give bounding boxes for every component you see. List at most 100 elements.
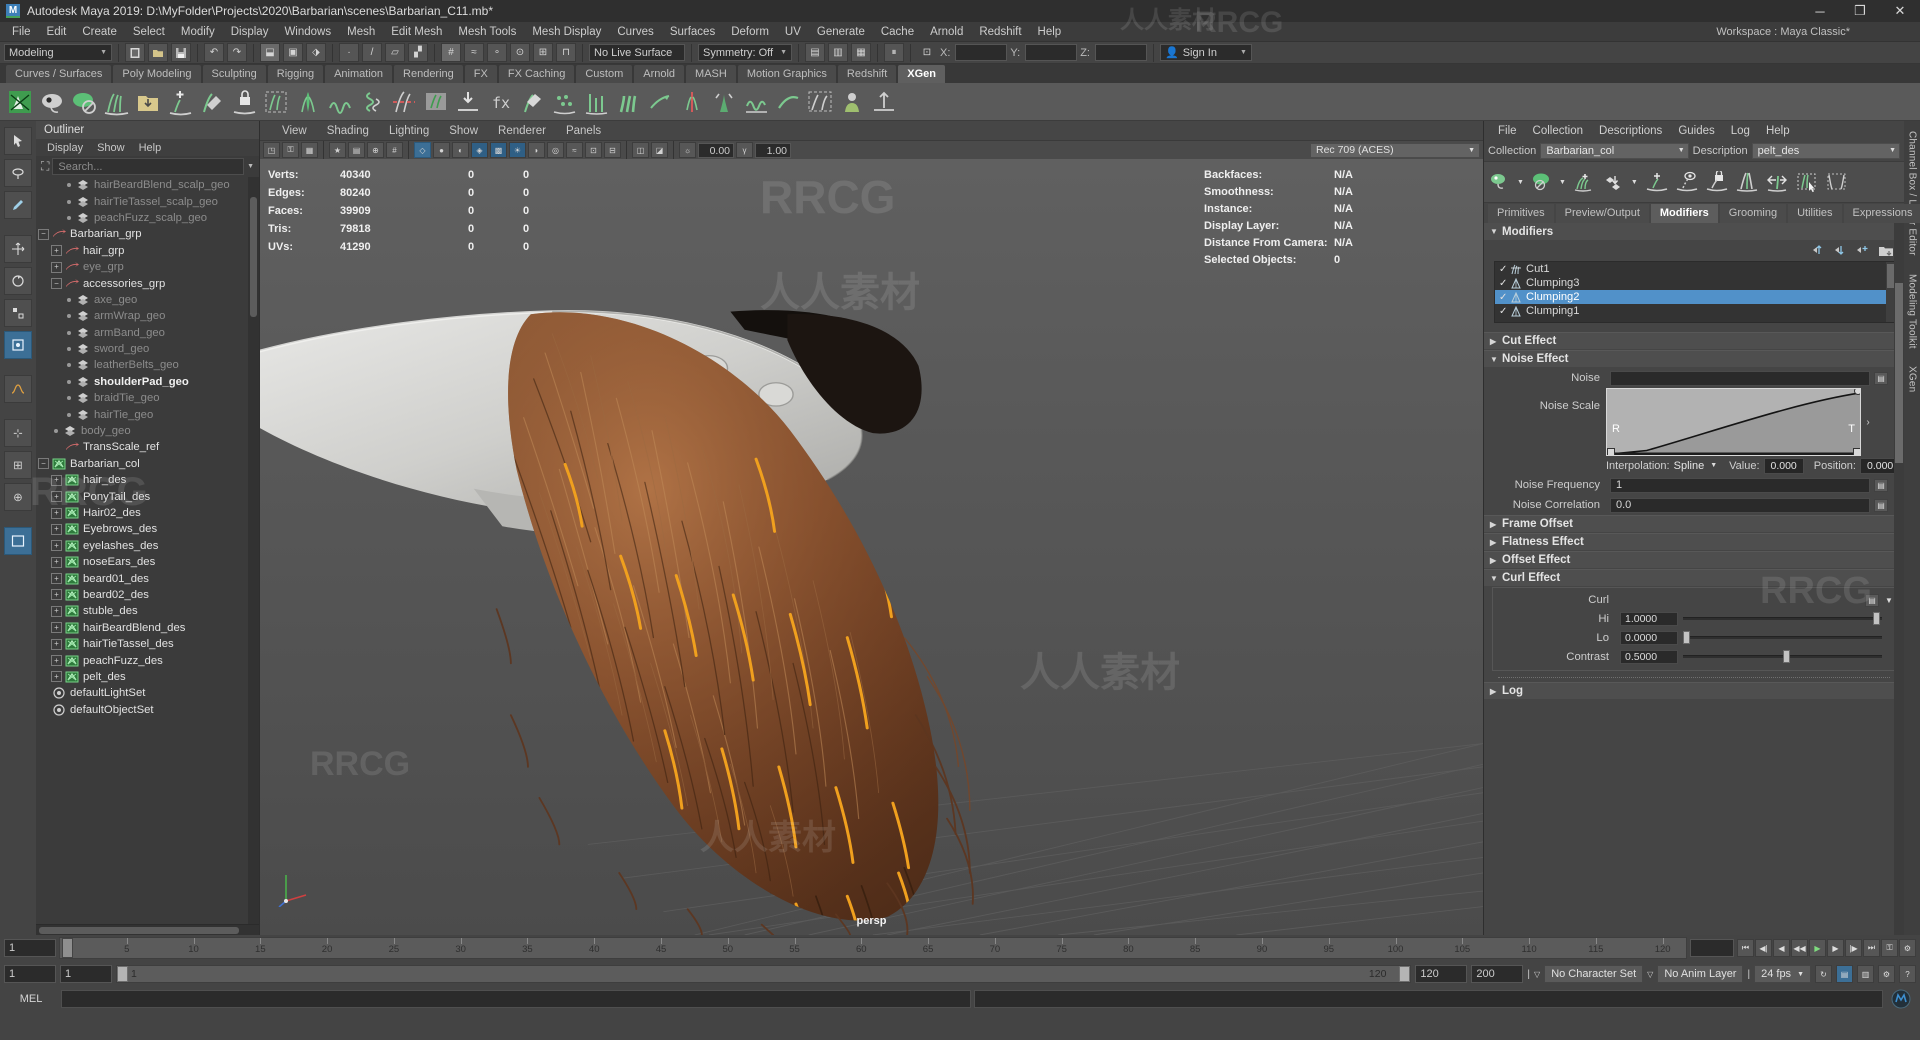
outliner-item[interactable]: − Barbarian_grp xyxy=(36,226,259,242)
xgen-tab-utilities[interactable]: Utilities xyxy=(1788,204,1842,223)
xgen-noise-icon[interactable] xyxy=(324,86,355,117)
move-tool-button[interactable] xyxy=(4,235,32,263)
shelf-tab-poly-modeling[interactable]: Poly Modeling xyxy=(113,65,201,83)
current-time-field[interactable]: 1 xyxy=(4,939,56,957)
ramp-key-right-top[interactable] xyxy=(1854,389,1860,395)
graph-editor-icon[interactable]: ▤ xyxy=(1836,965,1853,983)
multisample-icon[interactable]: ⊡ xyxy=(585,142,602,158)
menu-item-select[interactable]: Select xyxy=(125,22,173,42)
cycle-anim-icon[interactable]: ↻ xyxy=(1815,965,1832,983)
isolate-select-icon[interactable]: ◫ xyxy=(632,142,649,158)
modifier-list-item[interactable]: ✓ Clumping3 xyxy=(1495,276,1895,290)
go-to-end-button[interactable]: ⏭ xyxy=(1863,939,1880,957)
outliner-item[interactable]: − Barbarian_col xyxy=(36,456,259,472)
save-scene-button[interactable] xyxy=(171,43,191,62)
outliner-item[interactable]: leatherBelts_geo xyxy=(36,357,259,373)
xgen-expressions-icon[interactable]: fx xyxy=(484,86,515,117)
fps-dropdown[interactable]: 24 fps ▼ xyxy=(1754,965,1811,983)
chevron-down-icon[interactable]: ▼ xyxy=(1559,179,1566,186)
ramp-key-right-bottom[interactable] xyxy=(1853,448,1860,455)
xgen-lock-guide-icon[interactable] xyxy=(228,86,259,117)
outliner-item[interactable]: + eyelashes_des xyxy=(36,538,259,554)
shelf-tab-animation[interactable]: Animation xyxy=(325,65,393,83)
expand-icon[interactable]: + xyxy=(51,589,62,601)
xgen-width-brush-icon[interactable] xyxy=(612,86,643,117)
component-edge-button[interactable]: / xyxy=(362,43,382,62)
outliner-item[interactable]: armWrap_geo xyxy=(36,308,259,324)
outliner-item[interactable]: − accessories_grp xyxy=(36,275,259,291)
menu-item-mesh-tools[interactable]: Mesh Tools xyxy=(450,22,524,42)
add-guide-icon[interactable] xyxy=(1571,167,1599,197)
range-end-handle[interactable] xyxy=(1399,966,1411,982)
curl-contrast-slider[interactable] xyxy=(1683,650,1882,664)
curl-lo-slider[interactable] xyxy=(1683,631,1882,645)
collapse-icon[interactable]: − xyxy=(38,228,49,240)
menu-item-generate[interactable]: Generate xyxy=(809,22,873,42)
vertical-tab-channel-box-layer-editor[interactable]: Channel Box / Layer Editor xyxy=(1907,131,1918,256)
move-modifier-down-icon[interactable] xyxy=(1834,244,1848,256)
xgen-menu-file[interactable]: File xyxy=(1490,125,1525,137)
viewport-3d-canvas[interactable]: Verts: 40340 0 0 Edges: 80240 0 0 Faces: 39909 0 0 T… xyxy=(260,159,1483,935)
expand-icon[interactable]: + xyxy=(51,540,62,552)
magnet-button[interactable]: ⊓ xyxy=(556,43,576,62)
bake-guide-icon[interactable] xyxy=(1601,167,1629,197)
help-icon[interactable]: ? xyxy=(1899,965,1916,983)
outliner-menu-show[interactable]: Show xyxy=(92,142,130,154)
live-surface-dropdown[interactable]: No Live Surface xyxy=(589,44,685,61)
outliner-item[interactable]: hairBeardBlend_scalp_geo xyxy=(36,177,259,193)
universal-manipulator-button[interactable] xyxy=(4,331,32,359)
sign-in-button[interactable]: 👤 Sign In ▼ xyxy=(1159,44,1252,61)
texture-icon[interactable]: ▩ xyxy=(490,142,507,158)
xray-icon[interactable]: ◪ xyxy=(651,142,668,158)
lasso-tool-button[interactable] xyxy=(4,159,32,187)
select-tool-button[interactable] xyxy=(4,127,32,155)
select-by-component-button[interactable]: ⬗ xyxy=(306,43,326,62)
undo-button[interactable]: ↶ xyxy=(204,43,224,62)
shelf-tab-fx-caching[interactable]: FX Caching xyxy=(498,65,575,83)
menu-item-display[interactable]: Display xyxy=(223,22,277,42)
outliner-item[interactable]: body_geo xyxy=(36,423,259,439)
step-forward-frame-button[interactable]: ▶ xyxy=(1827,939,1844,957)
expand-icon[interactable]: + xyxy=(51,474,62,486)
xgen-clump-icon[interactable] xyxy=(292,86,323,117)
outliner-item[interactable]: + Hair02_des xyxy=(36,505,259,521)
curl-expression-icon[interactable]: ▤ xyxy=(1865,593,1879,607)
expand-icon[interactable]: + xyxy=(51,507,62,519)
wireframe-shading-icon[interactable]: ◇ xyxy=(414,142,431,158)
chevron-down-icon[interactable]: ▼ xyxy=(1710,462,1717,469)
snap-projected-button[interactable]: ⊙ xyxy=(510,43,530,62)
vertical-tab-modeling-toolkit[interactable]: Modeling Toolkit xyxy=(1907,274,1918,349)
xgen-tab-primitives[interactable]: Primitives xyxy=(1488,204,1554,223)
xgen-part-brush-icon[interactable] xyxy=(676,86,707,117)
ambient-occlusion-icon[interactable]: ◎ xyxy=(547,142,564,158)
ramp-key-left[interactable] xyxy=(1607,448,1615,455)
modifier-enabled-checkbox[interactable]: ✓ xyxy=(1499,278,1510,289)
maximize-button[interactable]: ❒ xyxy=(1840,0,1880,22)
outliner-menu-help[interactable]: Help xyxy=(134,142,167,154)
range-start-handle[interactable] xyxy=(117,966,128,982)
twoD-pan-zoom-icon[interactable]: ⊕ xyxy=(367,142,384,158)
cut-effect-section-header[interactable]: ▶ Cut Effect xyxy=(1484,332,1904,349)
expand-icon[interactable]: + xyxy=(51,556,62,568)
shelf-tab-motion-graphics[interactable]: Motion Graphics xyxy=(737,65,836,83)
settings-icon[interactable]: ⚙ xyxy=(1878,965,1895,983)
rotate-tool-button[interactable] xyxy=(4,267,32,295)
select-camera-icon[interactable]: ◳ xyxy=(263,142,280,158)
range-slider[interactable]: 1 120 xyxy=(116,965,1412,983)
xgen-build-character-icon[interactable] xyxy=(836,86,867,117)
preview-visibility-icon[interactable] xyxy=(1487,167,1515,197)
xgen-disable-preview-icon[interactable] xyxy=(68,86,99,117)
open-scene-button[interactable] xyxy=(148,43,168,62)
render-settings-button[interactable]: ▦ xyxy=(851,43,871,62)
depth-peel-icon[interactable]: ⊟ xyxy=(604,142,621,158)
light-icon[interactable]: ☀ xyxy=(509,142,526,158)
collapse-icon[interactable]: − xyxy=(51,278,62,290)
menu-item-uv[interactable]: UV xyxy=(777,22,809,42)
shelf-tab-fx[interactable]: FX xyxy=(464,65,497,83)
shelf-tab-xgen[interactable]: XGen xyxy=(898,65,945,83)
add-modifier-icon[interactable] xyxy=(1856,244,1870,256)
expand-icon[interactable]: + xyxy=(51,605,62,617)
menu-item-mesh-display[interactable]: Mesh Display xyxy=(524,22,609,42)
slider-thumb[interactable] xyxy=(1683,631,1690,644)
playback-start-field[interactable]: 1 xyxy=(60,965,112,983)
